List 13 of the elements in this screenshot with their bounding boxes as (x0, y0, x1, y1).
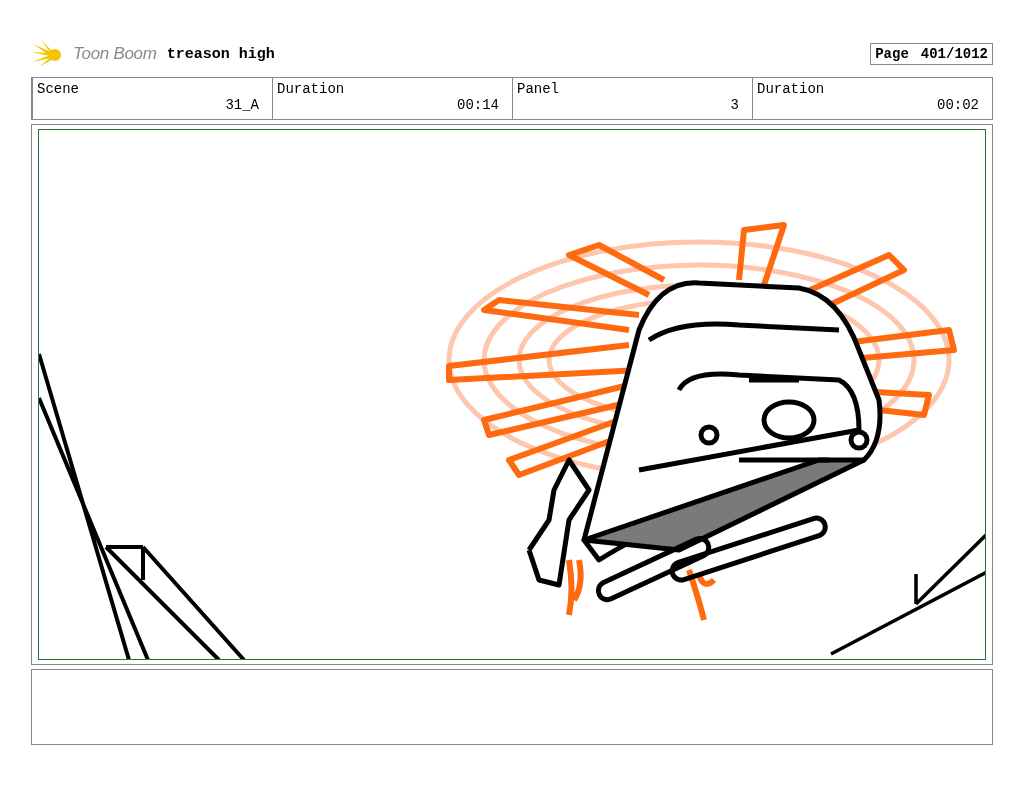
field-label: Duration (756, 81, 826, 97)
field-value: 3 (730, 97, 739, 113)
field-value: 00:02 (937, 97, 979, 113)
field-label: Panel (516, 81, 560, 97)
field-label: Duration (276, 81, 346, 97)
project-title: treason high (166, 45, 275, 63)
field-value: 31_A (225, 97, 259, 113)
field-label: Scene (36, 81, 80, 97)
sunburst-logo-icon (31, 40, 63, 68)
page-number: 401/1012 (920, 46, 988, 62)
field-value: 00:14 (457, 97, 499, 113)
logo-text: Toon Boom (73, 44, 157, 64)
page-label: Page (875, 46, 909, 62)
